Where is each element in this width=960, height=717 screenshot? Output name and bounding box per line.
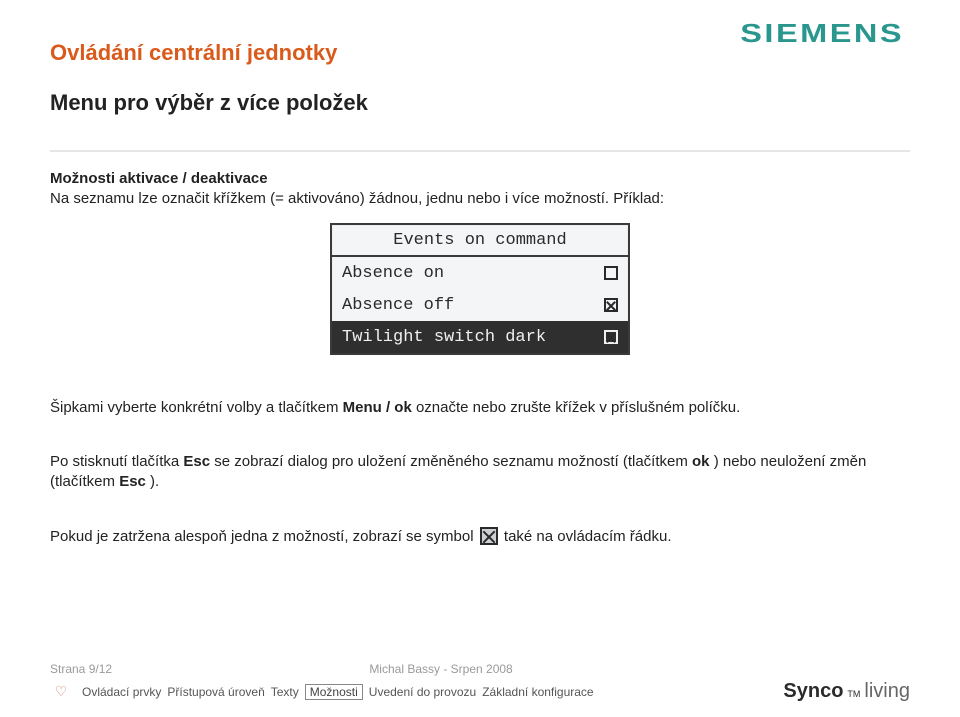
lcd-screen: Events on command Absence on Absence off T… bbox=[330, 223, 630, 355]
intro-paragraph: Na seznamu lze označit křížkem (= aktivo… bbox=[50, 189, 910, 209]
nav-item: Základní konfigurace bbox=[482, 685, 593, 699]
lcd-row-label: Absence off bbox=[342, 296, 454, 315]
slide-body: Možnosti aktivace / deaktivace Na seznam… bbox=[0, 152, 960, 547]
paragraph-2: Šipkami vyberte konkrétní volby a tlačít… bbox=[50, 377, 910, 418]
lcd-row: Twilight switch dark bbox=[332, 321, 628, 353]
slide-footer: Strana 9/12 Michal Bassy - Srpen 2008 ♡ … bbox=[0, 662, 960, 703]
nav-item: Uvedení do provozu bbox=[369, 685, 476, 699]
synco-bold: Synco bbox=[783, 680, 843, 703]
p2-a: Šipkami vyberte konkrétní volby a tlačít… bbox=[50, 399, 343, 416]
checkbox-checked-icon bbox=[604, 330, 618, 344]
nav-item: Možnosti bbox=[305, 684, 363, 700]
p3-g: ). bbox=[146, 473, 159, 490]
lcd-example: Events on command Absence on Absence off T… bbox=[50, 223, 910, 355]
lcd-title: Events on command bbox=[332, 225, 628, 257]
footer-meta: Strana 9/12 Michal Bassy - Srpen 2008 bbox=[35, 662, 925, 678]
paragraph-3: Po stisknutí tlačítka Esc se zobrazí dia… bbox=[50, 432, 910, 493]
nav-item: Texty bbox=[271, 685, 299, 699]
p3-b2: ok bbox=[692, 453, 710, 470]
lcd-row-label: Absence on bbox=[342, 264, 444, 283]
p3-b3: Esc bbox=[119, 473, 146, 490]
p4-a: Pokud je zatržena alespoň jedna z možnos… bbox=[50, 528, 478, 545]
p3-c: se zobrazí dialog pro uložení změněného … bbox=[210, 453, 692, 470]
paragraph-4: Pokud je zatržena alespoň jedna z možnos… bbox=[50, 507, 910, 548]
footer-nav: ♡ Ovládací prvky Přístupová úroveň Texty Mo… bbox=[35, 678, 925, 703]
p2-bold: Menu / ok bbox=[343, 399, 412, 416]
siemens-logo: SIEMENS bbox=[740, 18, 904, 49]
p3-a: Po stisknutí tlačítka bbox=[50, 453, 183, 470]
nav-item: Ovládací prvky bbox=[82, 685, 161, 699]
heart-icon: ♡ bbox=[50, 681, 72, 703]
nav-item: Přístupová úroveň bbox=[167, 685, 264, 699]
lcd-row: Absence on bbox=[332, 257, 628, 289]
p4-b: také na ovládacím řádku. bbox=[500, 528, 672, 545]
checkbox-checked-icon bbox=[604, 298, 618, 312]
slide-title-2: Menu pro výběr z více položek bbox=[50, 88, 368, 118]
slide-title-1: Ovládání centrální jednotky bbox=[50, 38, 368, 68]
author-info: Michal Bassy - Srpen 2008 bbox=[369, 662, 512, 676]
p3-b1: Esc bbox=[183, 453, 210, 470]
lcd-row-label: Twilight switch dark bbox=[342, 328, 546, 347]
page-number: Strana 9/12 bbox=[50, 662, 112, 676]
title-block: Ovládání centrální jednotky Menu pro výb… bbox=[50, 18, 368, 138]
lcd-row: Absence off bbox=[332, 289, 628, 321]
nav-items: Ovládací prvky Přístupová úroveň Texty Možn… bbox=[82, 684, 600, 700]
synco-light: living bbox=[864, 680, 910, 703]
slide-header: Ovládání centrální jednotky Menu pro výb… bbox=[0, 0, 960, 146]
p2-b: označte nebo zrušte křížek v příslušném … bbox=[412, 399, 740, 416]
checkbox-empty-icon bbox=[604, 266, 618, 280]
synco-logo: Synco TM living bbox=[783, 680, 910, 703]
checked-box-icon bbox=[480, 527, 498, 545]
section-subhead: Možnosti aktivace / deaktivace bbox=[50, 170, 910, 187]
synco-tm: TM bbox=[847, 689, 860, 699]
